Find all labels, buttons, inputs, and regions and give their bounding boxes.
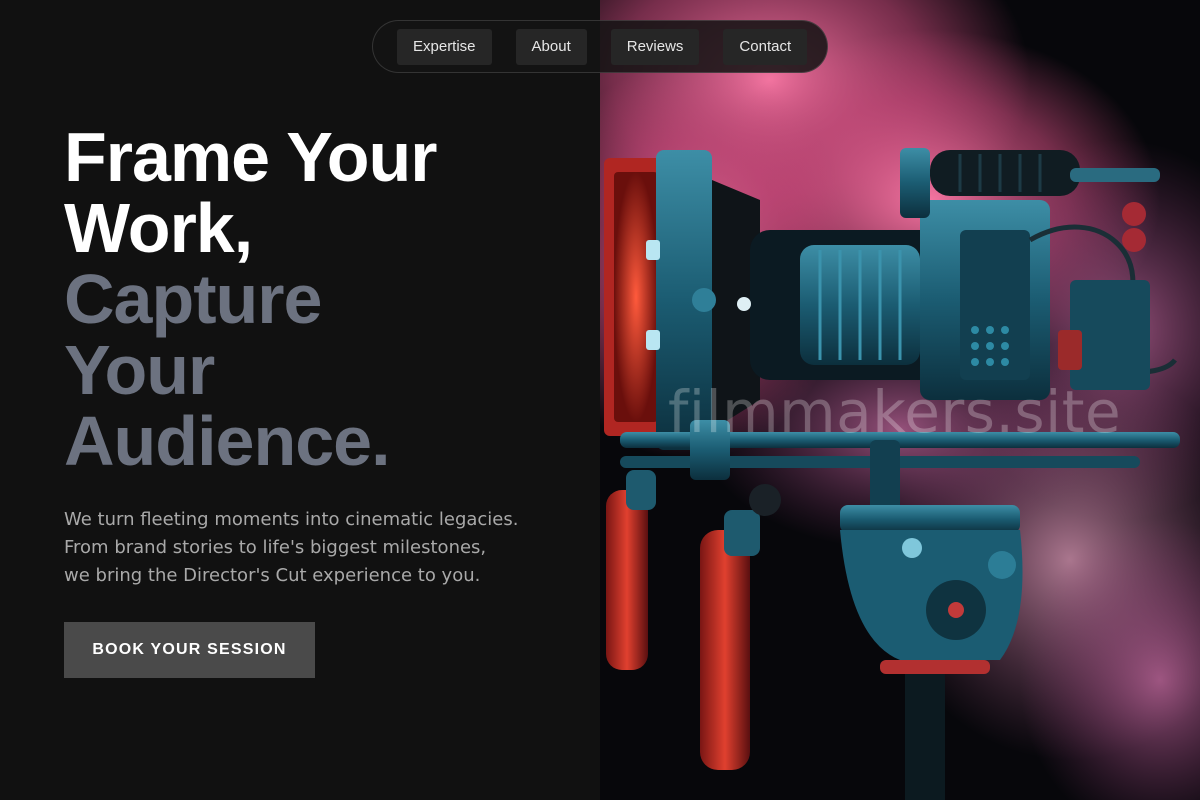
nav-item-about[interactable]: About [515,28,587,65]
headline-line-4: Your [64,331,215,409]
book-session-button[interactable]: BOOK YOUR SESSION [64,622,315,678]
landing-page: filmmakers.site Expertise About Reviews … [0,0,1200,800]
hero-headline: Frame Your Work, Capture Your Audience. [64,122,584,477]
hero-image [600,0,1200,800]
subtitle-line-1: We turn fleeting moments into cinematic … [64,509,519,530]
headline-line-2: Work, [64,189,253,267]
headline-line-3: Capture [64,260,322,338]
top-navigation: Expertise About Reviews Contact [372,20,828,73]
nav-item-expertise[interactable]: Expertise [397,28,492,65]
hero-subtitle: We turn fleeting moments into cinematic … [64,506,584,590]
subtitle-line-2: From brand stories to life's biggest mil… [64,537,487,558]
subtitle-line-3: we bring the Director's Cut experience t… [64,565,481,586]
nav-item-reviews[interactable]: Reviews [610,28,700,65]
headline-line-5: Audience. [64,402,391,480]
headline-line-1: Frame Your [64,118,438,196]
camera-rig-illustration [600,0,1200,800]
nav-item-contact[interactable]: Contact [723,28,808,65]
